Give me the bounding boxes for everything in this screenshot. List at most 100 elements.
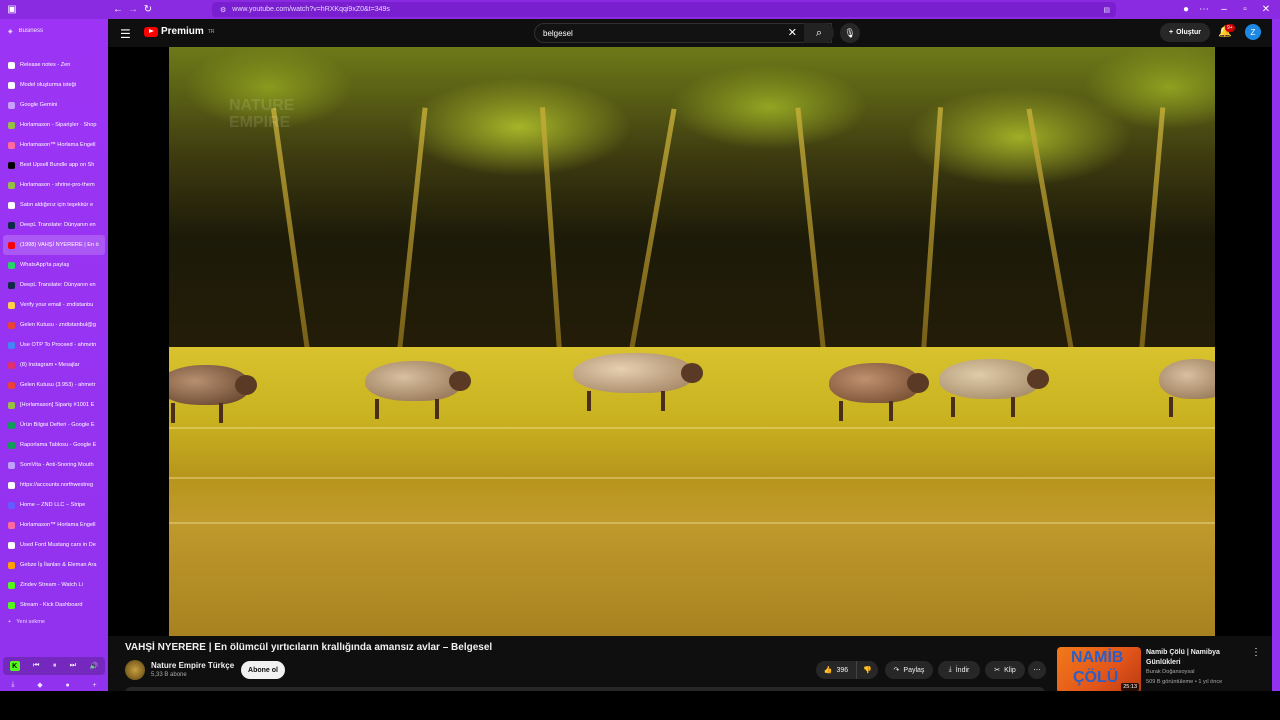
menu-icon[interactable]: ⋯ xyxy=(1196,1,1212,17)
clip-button[interactable]: ✂ Klip xyxy=(985,661,1025,679)
sidebar-tab-item[interactable]: WhatsApp'ta paylaş xyxy=(0,255,108,275)
tab-label: Horlamason™ Horlama Engell xyxy=(20,522,96,528)
sidebar-tab-item[interactable]: Horlamason™ Horlama Engell xyxy=(0,515,108,535)
sidebar-tab-item[interactable]: DeepL Translate: Dünyanın en xyxy=(0,215,108,235)
tab-label: Release notes - Zen xyxy=(20,62,71,68)
recommended-thumbnail[interactable]: NAMİB ÇÖLÜ 25:13 xyxy=(1057,647,1141,691)
buffalo-leg xyxy=(951,397,955,417)
logo-region: TR xyxy=(207,28,215,35)
menu-hamburger-icon[interactable]: ☰ xyxy=(120,27,131,41)
sidebar-tab-item[interactable]: Gelen Kutusu - zndistanbul@g xyxy=(0,315,108,335)
more-actions-button[interactable]: ⋯ xyxy=(1028,661,1046,679)
reload-icon[interactable]: ↻ xyxy=(140,1,156,17)
dislike-button[interactable]: 👎 xyxy=(856,661,878,679)
reader-mode-icon[interactable]: ▤ xyxy=(1103,6,1110,14)
like-button[interactable]: 👍 396 xyxy=(816,661,856,679)
sidebar-tab-item[interactable]: Use OTP To Proceed - ahmetn xyxy=(0,335,108,355)
sidebar-tab-item[interactable]: Verify your email - zndistanbu xyxy=(0,295,108,315)
sidebar-tab-item[interactable]: Ürün Bilgisi Defteri - Google E xyxy=(0,415,108,435)
sidebar-tab-item[interactable]: Horlamason™ Horlama Engell xyxy=(0,135,108,155)
buffalo xyxy=(1159,359,1215,417)
tab-label: (8) Instagram • Mesajlar xyxy=(20,362,80,368)
download-button[interactable]: ⤓ İndir xyxy=(938,661,980,679)
channel-avatar[interactable] xyxy=(125,660,145,680)
buffalo-leg xyxy=(1011,397,1015,417)
youtube-header: ☰ Premium TR belgesel ✕ ⌕ 🎙 + Oluştur 🔔 … xyxy=(108,19,1272,47)
voice-search-button[interactable]: 🎙 xyxy=(840,23,860,43)
sidebar-tab-item[interactable]: Horlamason - shrine-pro-them xyxy=(0,175,108,195)
sidebar-toggle-icon[interactable]: ▣ xyxy=(4,1,20,17)
video-player[interactable]: NATURE EMPIRE xyxy=(108,47,1272,636)
tab-favicon-icon xyxy=(8,101,15,109)
maximize-icon[interactable]: ▫ xyxy=(1237,1,1253,17)
sidebar-tab-item[interactable]: Zindev Stream - Watch Li xyxy=(0,575,108,595)
sidebar-tab-item[interactable]: Horlamason - Siparişler · Shop xyxy=(0,115,108,135)
sidebar-tab-item[interactable]: Raporlama Tablosu - Google E xyxy=(0,435,108,455)
subscriber-count: 5,33 B abone xyxy=(151,672,187,678)
logo-text: Premium xyxy=(161,26,204,37)
workspace-icon: ◈ xyxy=(8,28,13,35)
sidebar-tab-item[interactable]: Used Ford Mustang cars in De xyxy=(0,535,108,555)
address-bar[interactable]: ⚙ www.youtube.com/watch?v=hRXKqqi9xZ0&t=… xyxy=(212,2,1116,17)
subscribe-button[interactable]: Abone ol xyxy=(241,661,285,679)
sidebar-tab-item[interactable]: DeepL Translate: Dünyanın en xyxy=(0,275,108,295)
sidebar-tab-item[interactable]: [Horlamason] Sipariş #1001 E xyxy=(0,395,108,415)
clear-search-icon[interactable]: ✕ xyxy=(788,26,797,39)
forward-icon[interactable]: → xyxy=(125,1,141,17)
tab-label: (1998) VAHŞİ NYERERE | En ö xyxy=(20,242,99,248)
sidebar-tab-item[interactable]: https://accounts.northwestreg xyxy=(0,475,108,495)
tab-label: [Horlamason] Sipariş #1001 E xyxy=(20,402,95,408)
more-vertical-icon[interactable]: ⋮ xyxy=(1251,647,1261,658)
previous-icon[interactable]: ⏮ xyxy=(33,662,39,670)
sidebar-tab-item[interactable]: Model oluşturma isteği xyxy=(0,75,108,95)
add-workspace-icon[interactable]: + xyxy=(92,682,96,689)
close-icon[interactable]: ✕ xyxy=(1258,1,1274,17)
buffalo-head xyxy=(907,373,929,393)
tab-label: Verify your email - zndistanbu xyxy=(20,302,94,308)
sidebar-tab-item[interactable]: SomVita - Anti-Snoring Mouth xyxy=(0,455,108,475)
sidebar-tab-item[interactable]: Best Upsell Bundle app on Sh xyxy=(0,155,108,175)
recommended-channel[interactable]: Burak Doğansoysal xyxy=(1146,669,1195,675)
tab-label: Gelen Kutusu - zndistanbul@g xyxy=(20,322,96,328)
sidebar-tab-item[interactable]: (1998) VAHŞİ NYERERE | En ö xyxy=(3,235,105,255)
tab-label: Zindev Stream - Watch Li xyxy=(20,582,83,588)
recommended-title[interactable]: Namib Çölü | Namibya Günlükleri xyxy=(1146,648,1246,668)
sidebar-tab-item[interactable]: Home – ZND LLC – Stripe xyxy=(0,495,108,515)
back-icon[interactable]: ← xyxy=(110,1,126,17)
avatar[interactable]: Z xyxy=(1245,24,1261,40)
tab-favicon-icon xyxy=(8,361,15,369)
sidebar-tab-item[interactable]: Satın aldığınız için teşekkür e xyxy=(0,195,108,215)
share-button[interactable]: ↷ Paylaş xyxy=(885,661,933,679)
sidebar-tab-item[interactable]: Stream - Kick Dashboard xyxy=(0,595,108,615)
sidebar-tab-item[interactable]: Gebze İş İlanları & Eleman Ara xyxy=(0,555,108,575)
sidebar-tab-item[interactable]: (8) Instagram • Mesajlar xyxy=(0,355,108,375)
next-icon[interactable]: ⏭ xyxy=(70,662,76,670)
like-count: 396 xyxy=(836,666,849,674)
sidebar-tab-item[interactable]: Gelen Kutusu (3.953) - ahmetr xyxy=(0,375,108,395)
search-button[interactable]: ⌕ xyxy=(804,23,834,43)
downloads-icon[interactable]: ⤓ xyxy=(11,681,14,689)
search-input[interactable]: belgesel ✕ xyxy=(534,23,832,43)
buffalo-leg xyxy=(375,399,379,419)
minimize-icon[interactable]: – xyxy=(1216,1,1232,17)
workspace-switch-icon[interactable]: ◆ xyxy=(37,681,42,689)
extension-icon[interactable]: ● xyxy=(1178,1,1194,17)
tab-favicon-icon xyxy=(8,561,15,569)
tab-favicon-icon xyxy=(8,181,15,189)
sidebar-tab-item[interactable]: Release notes - Zen xyxy=(0,55,108,75)
video-frame[interactable]: NATURE EMPIRE xyxy=(169,47,1215,636)
sidebar-tab-item[interactable]: Google Gemini xyxy=(0,95,108,115)
workspace-header[interactable]: ◈ Business xyxy=(0,19,108,43)
volume-icon[interactable]: 🔊 xyxy=(90,662,99,670)
youtube-logo[interactable]: Premium TR xyxy=(144,26,214,37)
channel-name[interactable]: Nature Empire Türkçe xyxy=(151,661,234,670)
buffalo-leg xyxy=(219,403,223,423)
workspace-dot-icon[interactable]: ● xyxy=(65,682,69,689)
site-info-icon[interactable]: ⚙ xyxy=(220,6,226,14)
scissors-icon: ✂ xyxy=(994,667,1001,674)
tab-label: Horlamason™ Horlama Engell xyxy=(20,142,96,148)
create-button[interactable]: + Oluştur xyxy=(1160,23,1210,42)
search-icon: ⌕ xyxy=(815,26,823,39)
new-tab-button[interactable]: + Yeni sekme xyxy=(8,619,45,625)
pause-icon[interactable]: ⏸ xyxy=(53,662,57,670)
